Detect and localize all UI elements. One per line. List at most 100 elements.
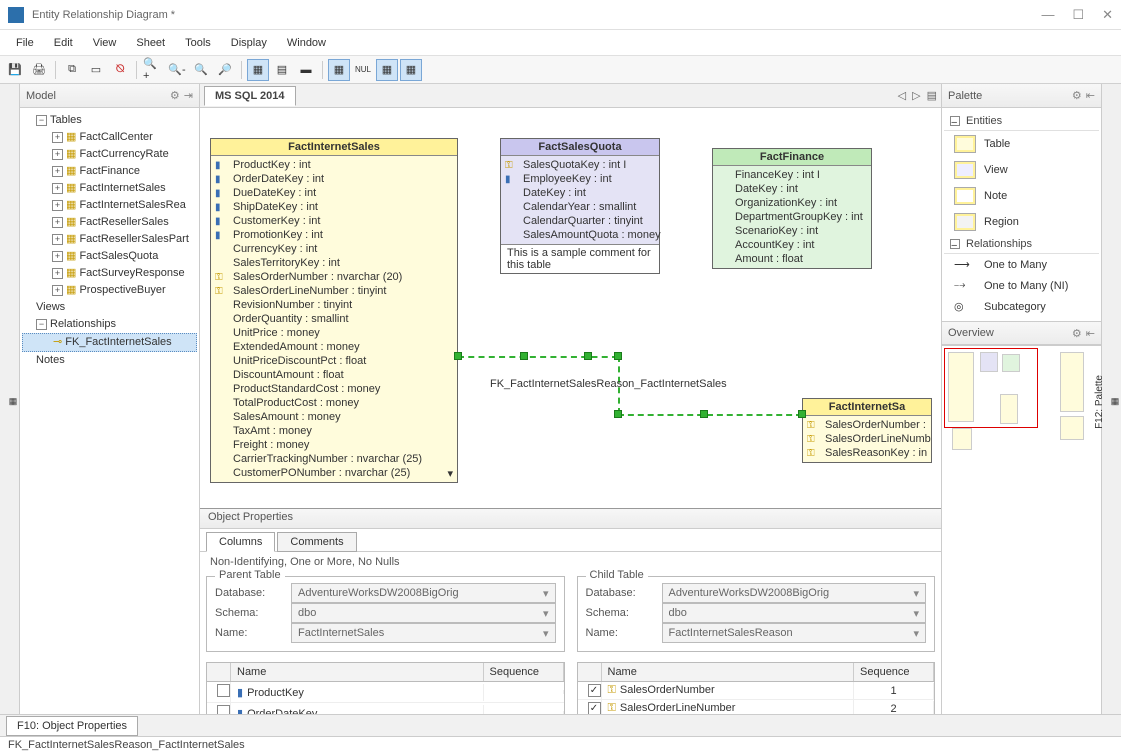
child-name-select[interactable]: FactInternetSalesReason▾ bbox=[662, 623, 927, 643]
menu-view[interactable]: View bbox=[83, 33, 127, 53]
zoom-fit-icon[interactable]: 🔍 bbox=[190, 59, 212, 81]
palette-one-to-many-ni[interactable]: ⤍One to Many (NI) bbox=[944, 275, 1099, 296]
checkbox-icon[interactable]: ✓ bbox=[588, 684, 601, 697]
save-icon[interactable]: 💾 bbox=[4, 59, 26, 81]
nav-list-icon[interactable]: ▤ bbox=[927, 89, 937, 102]
entity-factfinance[interactable]: FactFinance FinanceKey : int IDateKey : … bbox=[712, 148, 872, 269]
pin-icon[interactable]: ⇤ bbox=[1086, 327, 1095, 340]
palette-subcategory[interactable]: ◎Subcategory bbox=[944, 296, 1099, 317]
menu-display[interactable]: Display bbox=[221, 33, 277, 53]
table-row[interactable]: ✓⚿SalesOrderLineNumber2 bbox=[578, 700, 935, 714]
tree-table-item[interactable]: +▦ FactInternetSalesRea bbox=[22, 197, 197, 214]
tree-rel-item[interactable]: ⊸ FK_FactInternetSales bbox=[22, 333, 197, 352]
palette-note[interactable]: Note bbox=[944, 183, 1099, 209]
parent-db-select[interactable]: AdventureWorksDW2008BigOrig▾ bbox=[291, 583, 556, 603]
pin-icon[interactable]: ⇤ bbox=[1086, 89, 1095, 102]
tree-table-item[interactable]: +▦ FactSalesQuota bbox=[22, 248, 197, 265]
palette-region[interactable]: Region bbox=[944, 209, 1099, 235]
checkbox-icon[interactable]: ✓ bbox=[588, 702, 601, 714]
tree-table-item[interactable]: +▦ FactFinance bbox=[22, 163, 197, 180]
tree-table-item[interactable]: +▦ FactResellerSalesPart bbox=[22, 231, 197, 248]
tree-notes[interactable]: Notes bbox=[36, 354, 65, 366]
zoom-select-icon[interactable]: 🔎 bbox=[214, 59, 236, 81]
props-tab-columns[interactable]: Columns bbox=[206, 532, 275, 552]
menu-sheet[interactable]: Sheet bbox=[126, 33, 175, 53]
entity-column: ▮PromotionKey : int bbox=[211, 228, 457, 242]
entity-column: DateKey : int bbox=[501, 186, 659, 200]
relationship-label[interactable]: FK_FactInternetSalesReason_FactInternetS… bbox=[490, 378, 727, 390]
gear-icon[interactable]: ⚙ bbox=[170, 89, 180, 102]
display-mode2-icon[interactable]: ▤ bbox=[271, 59, 293, 81]
palette-one-to-many[interactable]: ⟶One to Many bbox=[944, 254, 1099, 275]
palette-rel-header[interactable]: Relationships bbox=[966, 238, 1032, 250]
overview-canvas[interactable] bbox=[942, 345, 1101, 455]
entity-column: DepartmentGroupKey : int bbox=[713, 210, 871, 224]
model-tree[interactable]: −Tables +▦ FactCallCenter+▦ FactCurrency… bbox=[20, 108, 199, 714]
checkbox-icon[interactable] bbox=[217, 705, 230, 714]
child-db-select[interactable]: AdventureWorksDW2008BigOrig▾ bbox=[662, 583, 927, 603]
menu-tools[interactable]: Tools bbox=[175, 33, 221, 53]
gear-icon[interactable]: ⚙ bbox=[1072, 327, 1082, 340]
titlebar: Entity Relationship Diagram * — ☐ ✕ bbox=[0, 0, 1121, 30]
toggle-comments-icon[interactable]: ▦ bbox=[400, 59, 422, 81]
toggle-keys-icon[interactable]: ▦ bbox=[328, 59, 350, 81]
palette-title: Palette bbox=[948, 90, 1072, 102]
palette-table[interactable]: Table bbox=[944, 131, 1099, 157]
tree-table-item[interactable]: +▦ FactResellerSales bbox=[22, 214, 197, 231]
parent-columns-table[interactable]: NameSequence ▮ProductKey▮OrderDateKey▮Du… bbox=[206, 662, 565, 714]
canvas-area: MS SQL 2014 ◁ ▷ ▤ FactInternetSales ▮Pro… bbox=[200, 84, 941, 714]
close-button[interactable]: ✕ bbox=[1102, 7, 1113, 23]
table-row[interactable]: ✓⚿SalesOrderNumber1 bbox=[578, 682, 935, 700]
copy-icon[interactable]: ⧉ bbox=[61, 59, 83, 81]
nav-prev-icon[interactable]: ◁ bbox=[898, 89, 906, 102]
palette-view[interactable]: View bbox=[944, 157, 1099, 183]
entity-column: ▮OrderDateKey : int bbox=[211, 172, 457, 186]
table-row[interactable]: ▮ProductKey bbox=[207, 682, 564, 703]
maximize-button[interactable]: ☐ bbox=[1072, 7, 1084, 23]
side-tab-right[interactable]: ▦ F12: Palette bbox=[1101, 84, 1121, 714]
parent-name-select[interactable]: FactInternetSales▾ bbox=[291, 623, 556, 643]
entity-column: ▮ProductKey : int bbox=[211, 158, 457, 172]
gear-icon[interactable]: ⚙ bbox=[1072, 89, 1082, 102]
minimize-button[interactable]: — bbox=[1041, 7, 1054, 23]
select-icon[interactable]: ▭ bbox=[85, 59, 107, 81]
print-icon[interactable]: 🖨 bbox=[28, 59, 50, 81]
menu-file[interactable]: File bbox=[6, 33, 44, 53]
props-tab-comments[interactable]: Comments bbox=[277, 532, 356, 552]
window-controls: — ☐ ✕ bbox=[1041, 7, 1113, 23]
stop-icon[interactable]: ⦰ bbox=[109, 59, 131, 81]
zoom-out-icon[interactable]: 🔍- bbox=[166, 59, 188, 81]
tree-views[interactable]: Views bbox=[36, 301, 65, 313]
palette-entities-header[interactable]: Entities bbox=[966, 115, 1002, 127]
tree-relationships[interactable]: Relationships bbox=[50, 318, 116, 330]
tree-tables[interactable]: Tables bbox=[50, 114, 82, 126]
display-mode1-icon[interactable]: ▦ bbox=[247, 59, 269, 81]
display-mode3-icon[interactable]: ▬ bbox=[295, 59, 317, 81]
table-row[interactable]: ▮OrderDateKey bbox=[207, 703, 564, 714]
side-tab-left[interactable]: ▦ F9: Model bbox=[0, 84, 20, 714]
diagram-canvas[interactable]: FactInternetSales ▮ProductKey : int▮Orde… bbox=[200, 108, 941, 714]
toggle-null-icon[interactable]: NUL bbox=[352, 59, 374, 81]
tree-table-item[interactable]: +▦ ProspectiveBuyer bbox=[22, 282, 197, 299]
parent-schema-select[interactable]: dbo▾ bbox=[291, 603, 556, 623]
zoom-in-icon[interactable]: 🔍+ bbox=[142, 59, 164, 81]
child-schema-select[interactable]: dbo▾ bbox=[662, 603, 927, 623]
entity-factinternetsales[interactable]: FactInternetSales ▮ProductKey : int▮Orde… bbox=[210, 138, 458, 483]
entity-factsalesquota[interactable]: FactSalesQuota ⚿SalesQuotaKey : int I▮Em… bbox=[500, 138, 660, 274]
entity-column: RevisionNumber : tinyint bbox=[211, 298, 457, 312]
menu-window[interactable]: Window bbox=[277, 33, 336, 53]
bottom-tab-props[interactable]: F10: Object Properties bbox=[6, 716, 138, 736]
nav-next-icon[interactable]: ▷ bbox=[912, 89, 920, 102]
sheet-tab[interactable]: MS SQL 2014 bbox=[204, 86, 296, 106]
tree-table-item[interactable]: +▦ FactInternetSales bbox=[22, 180, 197, 197]
tree-table-item[interactable]: +▦ FactCallCenter bbox=[22, 129, 197, 146]
menu-edit[interactable]: Edit bbox=[44, 33, 83, 53]
pin-icon[interactable]: ⇥ bbox=[184, 89, 193, 102]
child-columns-table[interactable]: NameSequence ✓⚿SalesOrderNumber1✓⚿SalesO… bbox=[577, 662, 936, 714]
tree-table-item[interactable]: +▦ FactCurrencyRate bbox=[22, 146, 197, 163]
toggle-types-icon[interactable]: ▦ bbox=[376, 59, 398, 81]
entity-factinternetsalesreason[interactable]: FactInternetSa ⚿SalesOrderNumber :⚿Sales… bbox=[802, 398, 932, 463]
tree-table-item[interactable]: +▦ FactSurveyResponse bbox=[22, 265, 197, 282]
sheet-tab-strip: MS SQL 2014 ◁ ▷ ▤ bbox=[200, 84, 941, 108]
checkbox-icon[interactable] bbox=[217, 684, 230, 697]
